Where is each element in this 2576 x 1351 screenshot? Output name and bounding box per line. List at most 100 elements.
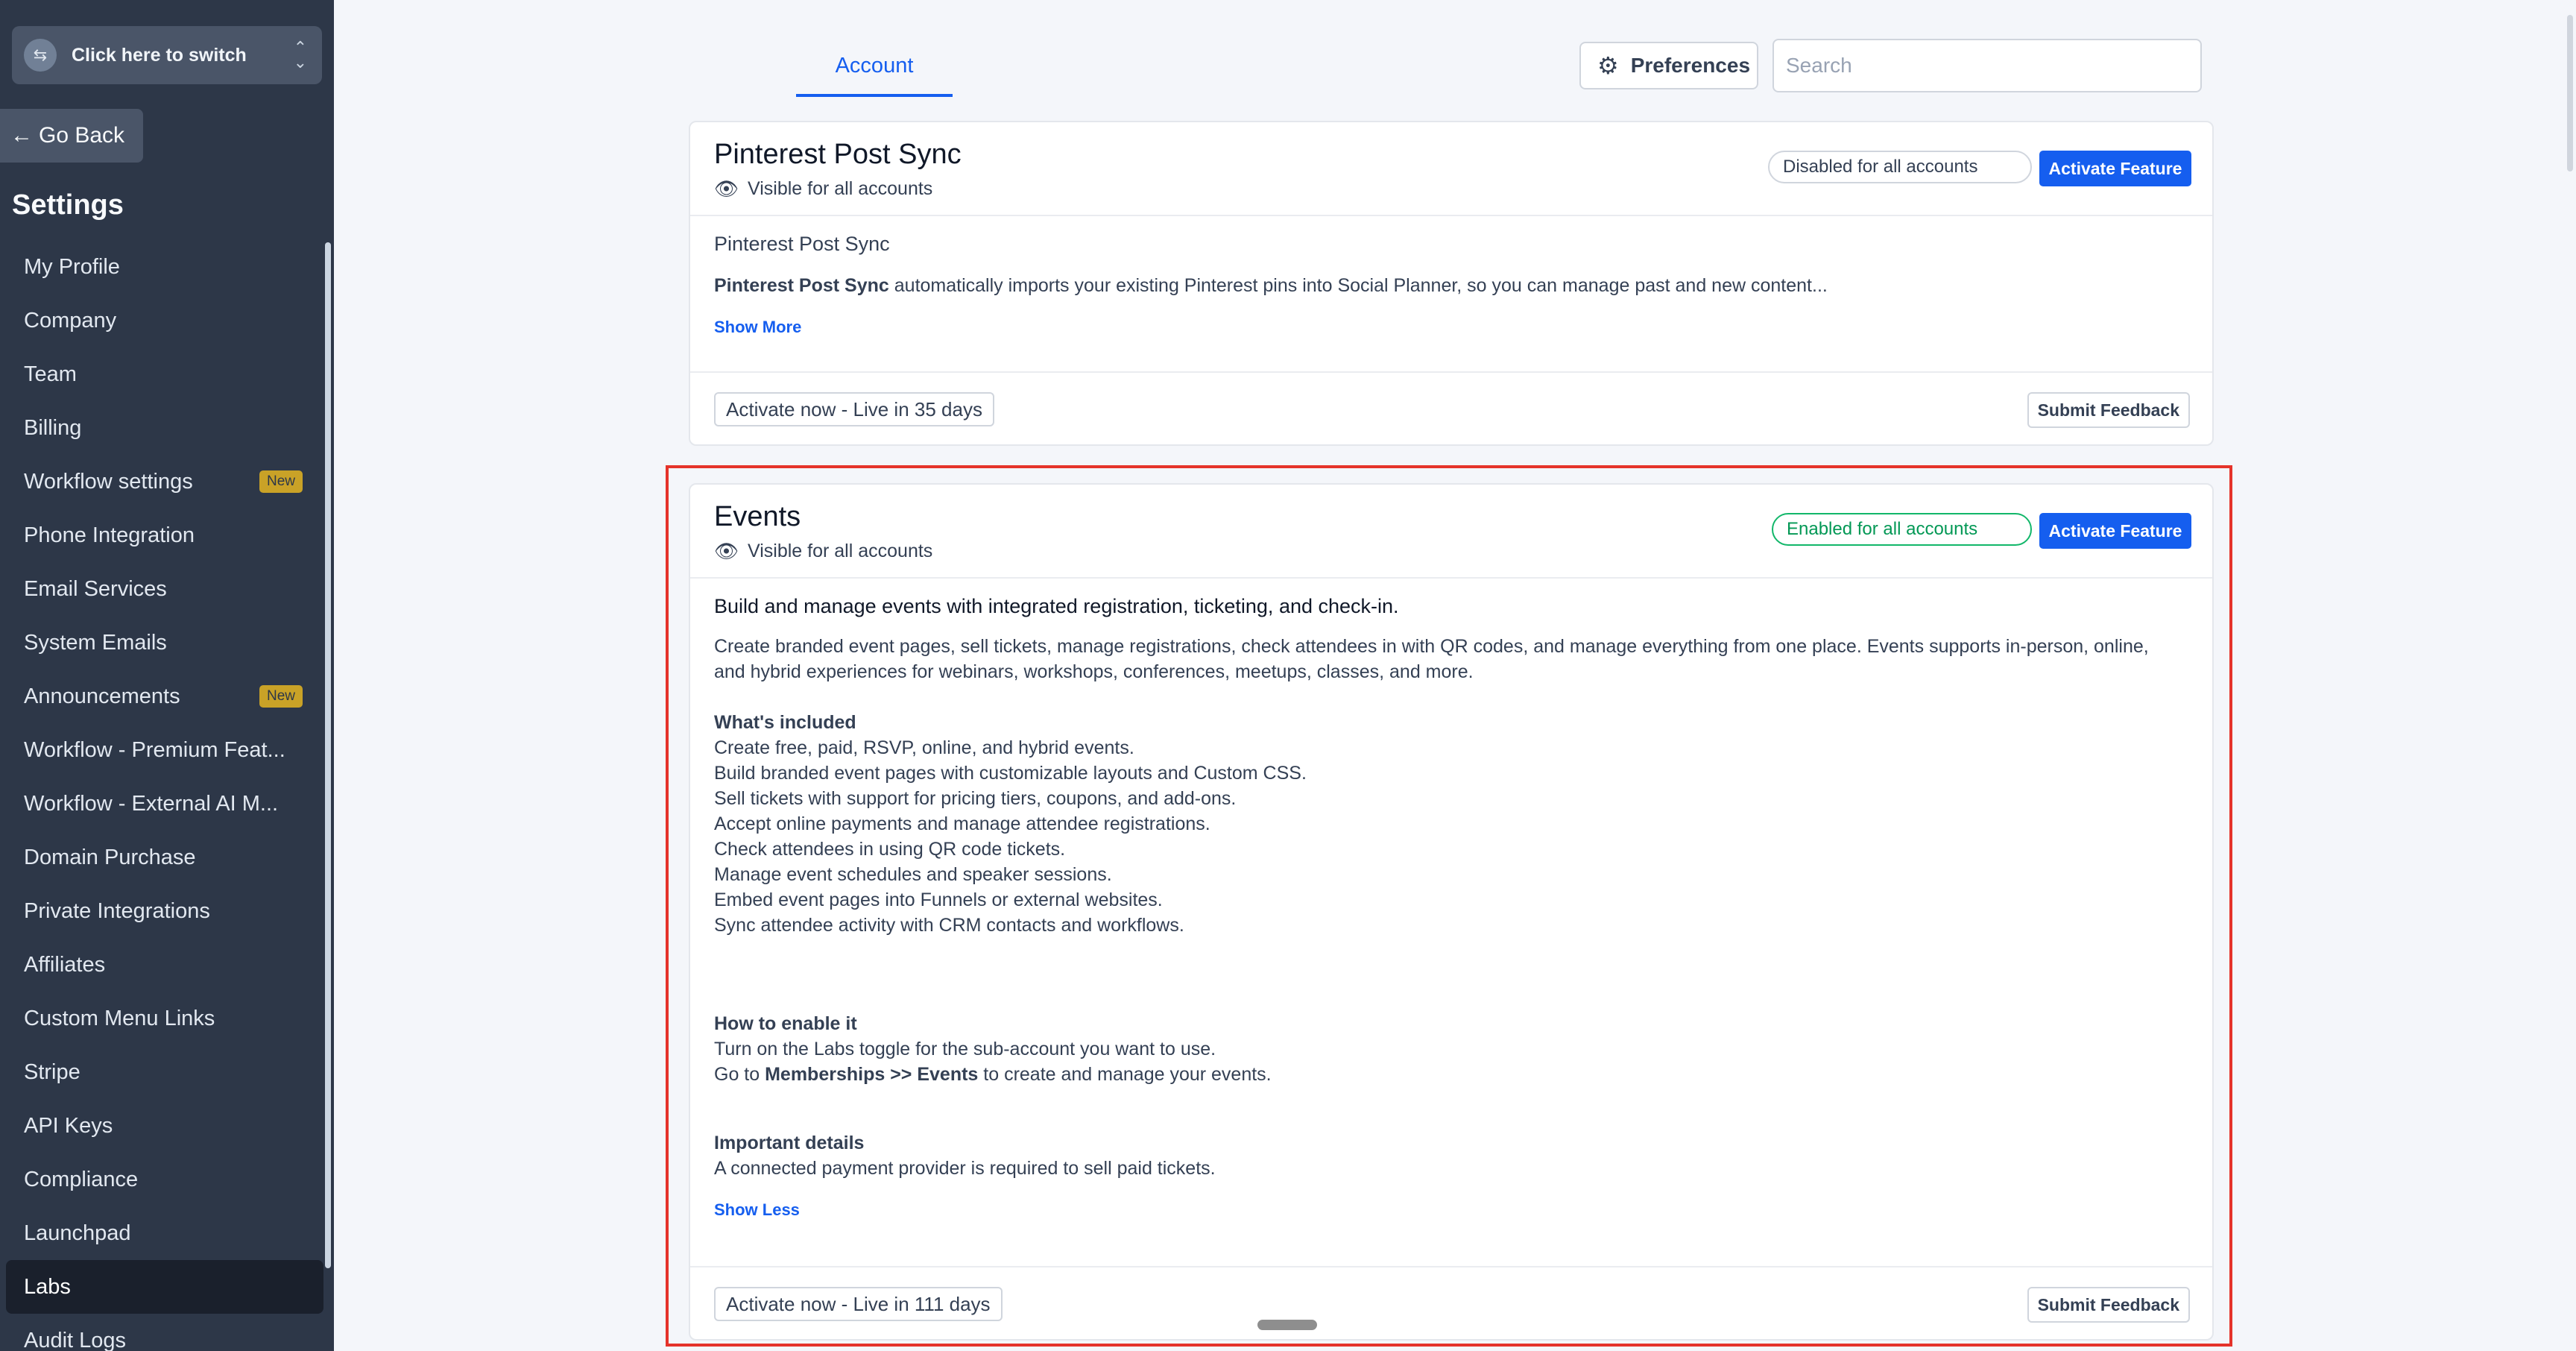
- card-subtitle: Pinterest Post Sync: [714, 233, 890, 255]
- sidebar-item-label: My Profile: [24, 254, 120, 279]
- section-heading: Important details: [714, 1133, 865, 1153]
- gear-icon: ⚙: [1597, 52, 1619, 79]
- included-item: Embed event pages into Funnels or extern…: [714, 889, 1163, 910]
- account-switcher[interactable]: ⇆ Click here to switch ⌃ ⌄: [12, 26, 322, 84]
- activate-feature-button[interactable]: Activate Feature: [2039, 151, 2191, 186]
- sidebar-item-label: Billing: [24, 415, 82, 440]
- sidebar-item-custom-menu-links[interactable]: Custom Menu Links: [0, 992, 328, 1045]
- sidebar-item-label: Team: [24, 362, 77, 386]
- included-item: Build branded event pages with customiza…: [714, 763, 1307, 784]
- sidebar-item-api-keys[interactable]: API Keys: [0, 1099, 328, 1153]
- sidebar: ⇆ Click here to switch ⌃ ⌄ ← Go Back Sett…: [0, 0, 334, 1351]
- preferences-label: Preferences: [1630, 54, 1751, 77]
- show-more-link[interactable]: Show More: [714, 318, 801, 336]
- enable-text: to create and manage your events.: [978, 1064, 1272, 1085]
- sidebar-item-label: Announcements: [24, 684, 180, 708]
- visibility-text: Visible for all accounts: [748, 178, 933, 199]
- card-title: Pinterest Post Sync: [714, 139, 962, 170]
- intro-paragraph: Create branded event pages, sell tickets…: [714, 634, 2188, 684]
- sidebar-item-phone-integration[interactable]: Phone Integration: [0, 508, 328, 562]
- sidebar-item-launchpad[interactable]: Launchpad: [0, 1206, 328, 1260]
- sidebar-item-billing[interactable]: Billing: [0, 401, 328, 455]
- status-dropdown[interactable]: Disabled for all accounts: [1768, 151, 2032, 183]
- sidebar-item-label: Audit Logs: [24, 1328, 127, 1351]
- sidebar-item-announcements[interactable]: Announcements New: [0, 670, 328, 723]
- submit-feedback-button[interactable]: Submit Feedback: [2027, 392, 2190, 428]
- included-item: Manage event schedules and speaker sessi…: [714, 864, 1112, 885]
- sidebar-item-team[interactable]: Team: [0, 347, 328, 401]
- go-back-button[interactable]: ← Go Back: [0, 109, 143, 163]
- main-scrollbar[interactable]: [2567, 15, 2573, 171]
- sidebar-item-my-profile[interactable]: My Profile: [0, 240, 328, 294]
- arrow-left-icon: ←: [10, 123, 33, 148]
- card-headline: Build and manage events with integrated …: [714, 595, 1399, 617]
- enable-text: Go to: [714, 1064, 765, 1085]
- sidebar-item-compliance[interactable]: Compliance: [0, 1153, 328, 1206]
- sidebar-item-labs[interactable]: Labs: [6, 1260, 323, 1314]
- intro-line: Create branded event pages, sell tickets…: [714, 636, 2149, 657]
- sidebar-item-domain-purchase[interactable]: Domain Purchase: [0, 831, 328, 884]
- enable-step: Turn on the Labs toggle for the sub-acco…: [714, 1039, 1216, 1059]
- sidebar-item-system-emails[interactable]: System Emails: [0, 616, 328, 670]
- sidebar-item-label: Email Services: [24, 576, 167, 601]
- eye-icon: 👁: [714, 177, 739, 200]
- card-footer: Activate now - Live in 35 days Submit Fe…: [690, 371, 2212, 444]
- sidebar-item-label: Compliance: [24, 1167, 139, 1191]
- sidebar-item-label: Workflow - Premium Feat...: [24, 737, 285, 762]
- go-back-label: Go Back: [39, 123, 125, 148]
- feature-card-pinterest: Pinterest Post Sync 👁 Visible for all ac…: [689, 121, 2214, 446]
- section-heading: What's included: [714, 712, 856, 733]
- included-section: What's included Create free, paid, RSVP,…: [714, 710, 2188, 938]
- live-status-badge: Activate now - Live in 111 days: [714, 1287, 1003, 1321]
- settings-title: Settings: [12, 189, 124, 221]
- sidebar-item-label: Affiliates: [24, 952, 106, 977]
- submit-feedback-button[interactable]: Submit Feedback: [2027, 1287, 2190, 1323]
- sidebar-item-label: Labs: [24, 1274, 71, 1299]
- card-description: Pinterest Post Sync automatically import…: [714, 273, 2188, 298]
- activate-feature-button[interactable]: Activate Feature: [2039, 513, 2191, 549]
- included-item: Accept online payments and manage attend…: [714, 813, 1210, 834]
- sidebar-item-label: Domain Purchase: [24, 845, 196, 869]
- included-item: Sell tickets with support for pricing ti…: [714, 788, 1237, 809]
- status-dropdown[interactable]: Enabled for all accounts: [1772, 513, 2032, 546]
- sidebar-item-label: Workflow settings: [24, 469, 193, 494]
- sidebar-item-private-integrations[interactable]: Private Integrations: [0, 884, 328, 938]
- chevron-updown-icon: ⌃ ⌄: [293, 38, 307, 72]
- enable-section: How to enable it Turn on the Labs toggle…: [714, 1011, 2188, 1087]
- enable-step: Go to Memberships >> Events to create an…: [714, 1062, 2188, 1087]
- show-less-link[interactable]: Show Less: [714, 1200, 800, 1219]
- sidebar-item-workflow-settings[interactable]: Workflow settings New: [0, 455, 328, 508]
- details-section: Important details A connected payment pr…: [714, 1130, 2188, 1181]
- description-text: automatically imports your existing Pint…: [888, 275, 1828, 296]
- sidebar-item-affiliates[interactable]: Affiliates: [0, 938, 328, 992]
- sidebar-item-label: Phone Integration: [24, 523, 195, 547]
- visibility-label: 👁 Visible for all accounts: [714, 540, 932, 563]
- search-input[interactable]: [1772, 39, 2202, 92]
- eye-icon: 👁: [714, 540, 739, 562]
- sidebar-item-workflow-premium[interactable]: Workflow - Premium Feat...: [0, 723, 328, 777]
- card-header: Events 👁 Visible for all accounts Enable…: [690, 485, 2212, 579]
- tab-account[interactable]: Account: [796, 37, 953, 97]
- visibility-text: Visible for all accounts: [748, 541, 933, 561]
- feature-card-events: Events 👁 Visible for all accounts Enable…: [689, 483, 2214, 1341]
- intro-line: and hybrid experiences for webinars, wor…: [714, 661, 1474, 682]
- sidebar-scrollbar[interactable]: [325, 242, 331, 1268]
- sidebar-item-audit-logs[interactable]: Audit Logs: [0, 1314, 328, 1351]
- sidebar-item-email-services[interactable]: Email Services: [0, 562, 328, 616]
- drag-handle[interactable]: [1257, 1320, 1317, 1330]
- sidebar-item-stripe[interactable]: Stripe: [0, 1045, 328, 1099]
- sidebar-item-workflow-external-ai[interactable]: Workflow - External AI M...: [0, 777, 328, 831]
- card-body: Pinterest Post Sync Pinterest Post Sync …: [690, 216, 2212, 353]
- description-bold: Pinterest Post Sync: [714, 275, 889, 296]
- card-footer: Activate now - Live in 111 days Submit F…: [690, 1266, 2212, 1339]
- card-title: Events: [714, 501, 801, 532]
- included-item: Sync attendee activity with CRM contacts…: [714, 915, 1184, 936]
- sidebar-item-company[interactable]: Company: [0, 294, 328, 347]
- preferences-button[interactable]: ⚙ Preferences: [1579, 42, 1758, 89]
- section-heading: How to enable it: [714, 1013, 857, 1034]
- sidebar-item-label: Stripe: [24, 1059, 80, 1084]
- new-badge: New: [259, 470, 303, 493]
- included-item: Check attendees in using QR code tickets…: [714, 839, 1066, 860]
- sidebar-item-label: API Keys: [24, 1113, 113, 1138]
- sidebar-item-label: System Emails: [24, 630, 167, 655]
